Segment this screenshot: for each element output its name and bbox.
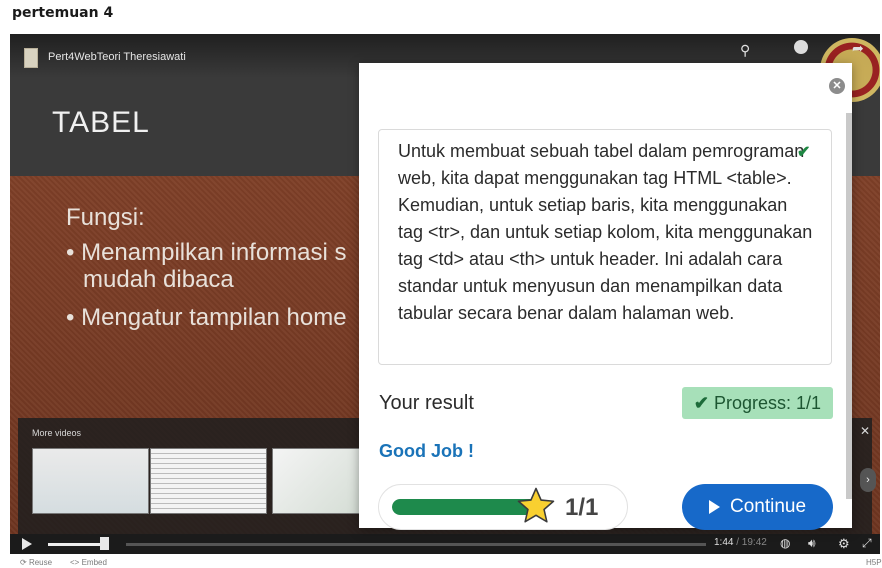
- feedback-text: Good Job !: [379, 441, 474, 461]
- scrollbar[interactable]: [846, 113, 852, 499]
- reuse-link[interactable]: ⟳ Reuse: [20, 558, 52, 567]
- score-bar: 1/1: [378, 484, 628, 530]
- volume-slider-handle[interactable]: [100, 537, 109, 550]
- continue-label: Continue: [729, 495, 807, 517]
- slide-subtitle: Fungsi:: [66, 204, 145, 231]
- time-display: 1:44 / 19:42: [714, 537, 767, 548]
- progress-label: Progress: 1/1: [714, 393, 822, 413]
- close-icon[interactable]: ✕: [829, 78, 845, 94]
- channel-avatar[interactable]: [24, 48, 38, 68]
- slide-title: TABEL: [52, 106, 150, 139]
- play-icon: [708, 499, 720, 514]
- gear-icon[interactable]: ⚙: [838, 536, 850, 552]
- reuse-label: Reuse: [28, 558, 53, 567]
- time-total: / 19:42: [733, 537, 767, 548]
- video-controls: 1:44 / 19:42 ◍ 🔊︎ ⚙ ⤢: [10, 534, 880, 554]
- result-dialog: ✕ Untuk membuat sebuah tabel dalam pemro…: [359, 63, 852, 530]
- chevron-right-icon[interactable]: ›: [860, 468, 876, 492]
- answer-text: Untuk membuat sebuah tabel dalam pemrogr…: [398, 141, 813, 323]
- more-videos-label: More videos: [32, 428, 82, 438]
- slide-bullet-list: Menampilkan informasi s mudah dibaca Men…: [66, 239, 347, 342]
- check-icon: ✔: [693, 393, 709, 413]
- volume-slider[interactable]: [48, 543, 103, 546]
- video-thumbnail[interactable]: [150, 448, 267, 514]
- progress-badge: ✔ Progress: 1/1: [682, 387, 833, 419]
- time-current: 1:44: [714, 537, 734, 548]
- share-icon[interactable]: ➦: [852, 40, 864, 57]
- quality-icon[interactable]: ◍: [780, 536, 790, 550]
- h5p-link[interactable]: H5P: [866, 558, 882, 567]
- close-icon[interactable]: ✕: [860, 424, 870, 438]
- search-icon[interactable]: ⚲: [740, 42, 750, 59]
- slide-bullet: Menampilkan informasi s mudah dibaca: [66, 239, 347, 293]
- slide-bullet: Mengatur tampilan home: [66, 304, 346, 331]
- continue-button[interactable]: Continue: [682, 484, 833, 530]
- speaker-icon[interactable]: 🔊︎: [808, 536, 816, 551]
- video-title[interactable]: Pert4WebTeori Theresiawati: [48, 51, 186, 63]
- score-text: 1/1: [565, 494, 599, 521]
- seek-bar[interactable]: [126, 543, 706, 546]
- play-icon[interactable]: [22, 538, 32, 550]
- star-icon: [517, 487, 555, 523]
- watch-later-icon[interactable]: [794, 40, 808, 54]
- answer-box: Untuk membuat sebuah tabel dalam pemrogr…: [378, 129, 832, 365]
- fullscreen-icon[interactable]: ⤢: [862, 536, 872, 551]
- embed-link[interactable]: <> Embed: [70, 558, 107, 567]
- check-icon: ✔: [797, 144, 811, 161]
- result-label: Your result: [379, 392, 474, 414]
- video-thumbnail[interactable]: [32, 448, 149, 514]
- page-title: pertemuan 4: [12, 5, 114, 21]
